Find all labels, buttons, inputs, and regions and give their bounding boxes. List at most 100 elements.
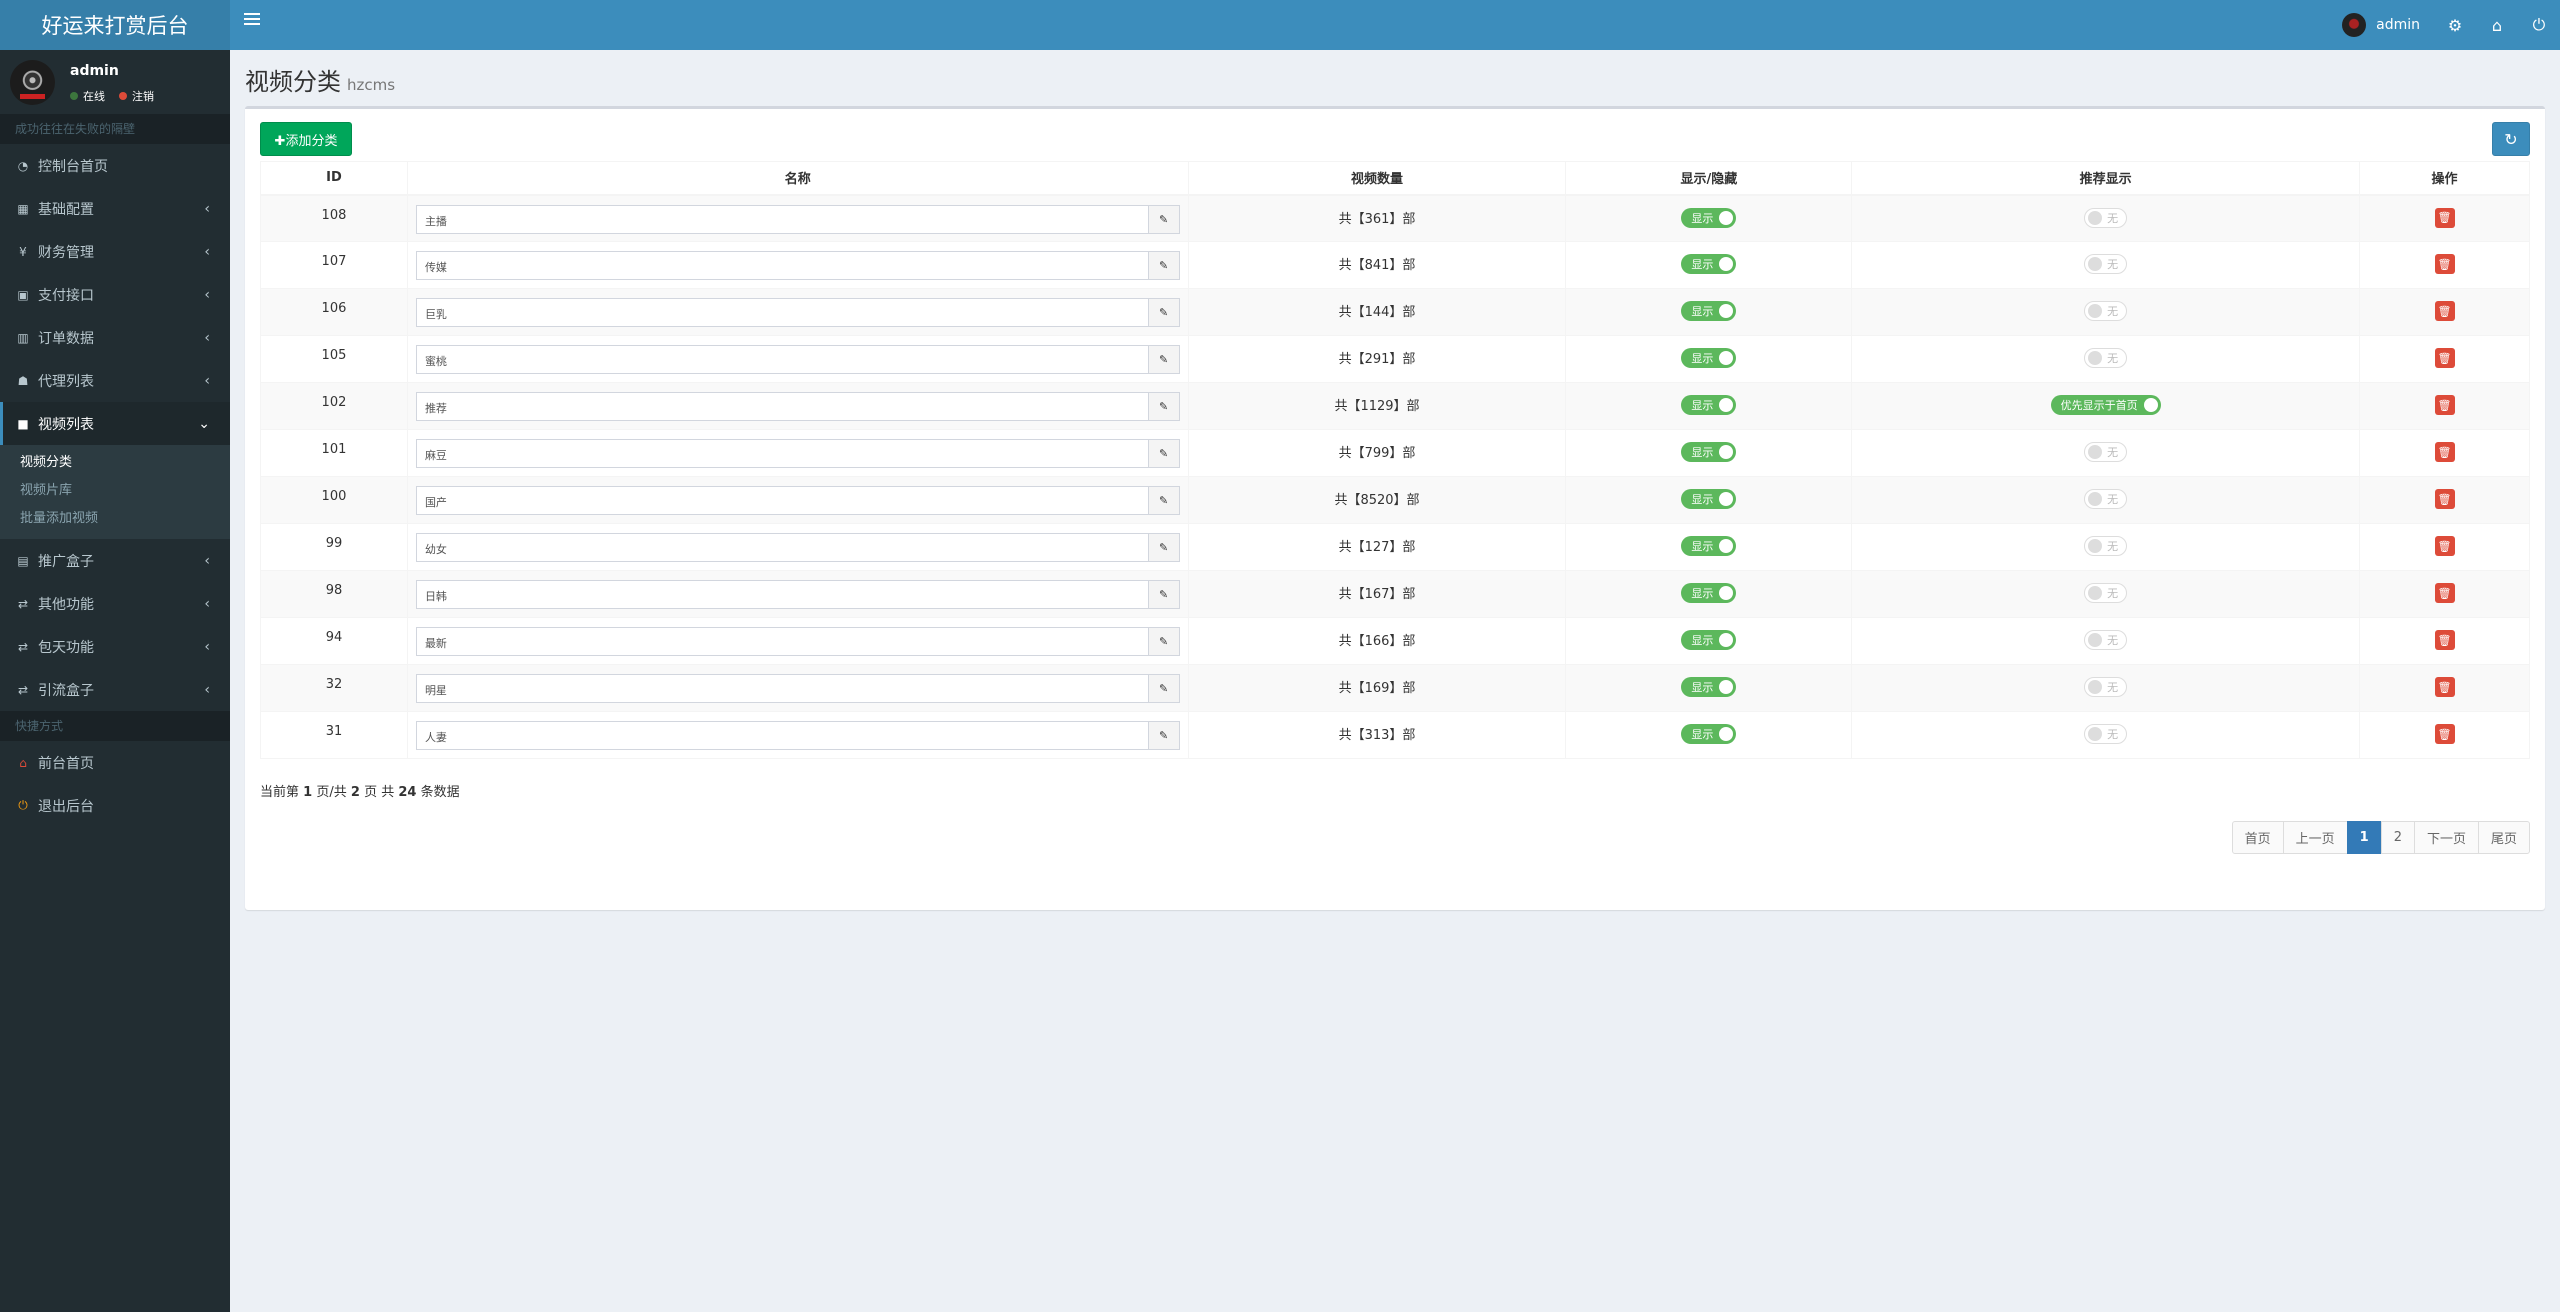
sidebar-item-finance[interactable]: ¥ 财务管理 ‹ — [0, 230, 230, 273]
sidebar-item-frontend-home[interactable]: ⌂ 前台首页 — [0, 741, 230, 784]
sidebar-item-dashboard[interactable]: ◔ 控制台首页 — [0, 144, 230, 187]
cell-name: 蜜桃 ✎ — [406, 335, 1189, 383]
edit-name-button[interactable]: ✎ — [1148, 580, 1180, 609]
edit-name-button[interactable]: ✎ — [1148, 627, 1180, 656]
recommend-toggle[interactable]: 无 — [2084, 583, 2128, 603]
navbar-user-menu[interactable]: admin — [2328, 0, 2434, 50]
category-name-input[interactable]: 日韩 — [415, 580, 1149, 609]
edit-name-button[interactable]: ✎ — [1148, 533, 1180, 562]
edit-name-button[interactable]: ✎ — [1148, 439, 1180, 468]
category-name-input[interactable]: 麻豆 — [415, 439, 1149, 468]
category-name-input[interactable]: 幼女 — [415, 533, 1149, 562]
delete-button[interactable]: 🗑 — [2434, 677, 2455, 697]
visibility-toggle[interactable]: 显示 — [1681, 677, 1737, 697]
edit-name-button[interactable]: ✎ — [1148, 486, 1180, 515]
delete-button[interactable]: 🗑 — [2434, 489, 2455, 509]
retweet-icon: ⇄ — [17, 639, 29, 654]
delete-button[interactable]: 🗑 — [2434, 536, 2455, 556]
page-1-button[interactable]: 1 — [2346, 821, 2382, 854]
sidebar-item-videos[interactable]: ■ 视频列表 ⌄ — [0, 402, 230, 445]
navbar-username: admin — [2376, 17, 2420, 33]
category-name-input[interactable]: 最新 — [415, 627, 1149, 656]
delete-button[interactable]: 🗑 — [2434, 583, 2455, 603]
edit-name-button[interactable]: ✎ — [1148, 392, 1180, 421]
sidebar-toggle-icon[interactable] — [244, 13, 260, 27]
recommend-toggle[interactable]: 无 — [2084, 207, 2128, 228]
recommend-toggle[interactable]: 无 — [2084, 442, 2128, 462]
recommend-toggle[interactable]: 无 — [2084, 489, 2128, 509]
sidebar-item-payment[interactable]: ▣ 支付接口 ‹ — [0, 273, 230, 316]
refresh-button[interactable]: ↻ — [2492, 122, 2530, 156]
sidebar-item-traffic-box[interactable]: ⇄ 引流盒子 ‹ — [0, 668, 230, 711]
page-first-button[interactable]: 首页 — [2231, 821, 2284, 854]
visibility-toggle[interactable]: 显示 — [1681, 536, 1737, 556]
app-logo[interactable]: 好运来打赏后台 — [0, 0, 230, 50]
sidebar-item-daily[interactable]: ⇄ 包天功能 ‹ — [0, 625, 230, 668]
edit-name-button[interactable]: ✎ — [1148, 721, 1180, 750]
delete-button[interactable]: 🗑 — [2434, 348, 2455, 368]
sidebar-subitem-video-category[interactable]: 视频分类 — [0, 449, 230, 477]
category-name-input[interactable]: 人妻 — [415, 721, 1149, 750]
add-category-button[interactable]: ✚添加分类 — [260, 122, 352, 156]
sidebar-item-orders[interactable]: ▥ 订单数据 ‹ — [0, 316, 230, 359]
category-name-input[interactable]: 主播 — [415, 204, 1149, 234]
edit-name-button[interactable]: ✎ — [1148, 674, 1180, 703]
visibility-toggle[interactable]: 显示 — [1681, 348, 1737, 368]
recommend-toggle[interactable]: 无 — [2084, 630, 2128, 650]
user-status: 在线 注销 — [70, 88, 154, 104]
visibility-toggle[interactable]: 显示 — [1681, 724, 1737, 744]
edit-name-button[interactable]: ✎ — [1148, 345, 1180, 374]
sidebar-item-basic-config[interactable]: ▦ 基础配置 ‹ — [0, 187, 230, 230]
visibility-toggle[interactable]: 显示 — [1681, 489, 1737, 509]
recommend-toggle[interactable]: 优先显示于首页 — [2050, 395, 2161, 415]
edit-name-button[interactable]: ✎ — [1148, 251, 1180, 280]
delete-button[interactable]: 🗑 — [2434, 724, 2455, 744]
category-name-input[interactable]: 明星 — [415, 674, 1149, 703]
visibility-toggle[interactable]: 显示 — [1681, 583, 1737, 603]
edit-icon: ✎ — [1158, 682, 1169, 695]
edit-name-button[interactable]: ✎ — [1148, 204, 1180, 234]
visibility-toggle[interactable]: 显示 — [1681, 630, 1737, 650]
category-name-input[interactable]: 蜜桃 — [415, 345, 1149, 374]
visibility-label: 显示 — [1691, 728, 1714, 741]
toggle-knob — [2088, 680, 2103, 694]
page-2-button[interactable]: 2 — [2380, 821, 2415, 854]
visibility-toggle[interactable]: 显示 — [1681, 301, 1737, 321]
recommend-toggle[interactable]: 无 — [2084, 301, 2128, 321]
settings-icon[interactable]: ⚙ — [2434, 0, 2476, 50]
sidebar-item-agents[interactable]: ☗ 代理列表 ‹ — [0, 359, 230, 402]
category-name-input[interactable]: 国产 — [415, 486, 1149, 515]
edit-name-button[interactable]: ✎ — [1148, 298, 1180, 327]
home-icon[interactable]: ⌂ — [2476, 0, 2518, 50]
visibility-toggle[interactable]: 显示 — [1681, 207, 1737, 228]
delete-button[interactable]: 🗑 — [2434, 301, 2455, 321]
delete-button[interactable]: 🗑 — [2434, 254, 2455, 274]
page-next-button[interactable]: 下一页 — [2413, 821, 2479, 854]
visibility-label: 显示 — [1691, 305, 1714, 318]
delete-button[interactable]: 🗑 — [2434, 442, 2455, 462]
recommend-toggle[interactable]: 无 — [2084, 724, 2128, 744]
delete-button[interactable]: 🗑 — [2434, 207, 2455, 228]
sidebar-item-promo-box[interactable]: ▤ 推广盒子 ‹ — [0, 539, 230, 582]
sidebar-subitem-video-library[interactable]: 视频片库 — [0, 477, 230, 505]
delete-button[interactable]: 🗑 — [2434, 395, 2455, 415]
recommend-toggle[interactable]: 无 — [2084, 677, 2128, 697]
page-prev-button[interactable]: 上一页 — [2282, 821, 2348, 854]
visibility-toggle[interactable]: 显示 — [1681, 442, 1737, 462]
sidebar-subitem-batch-add[interactable]: 批量添加视频 — [0, 505, 230, 533]
visibility-toggle[interactable]: 显示 — [1681, 254, 1737, 274]
sidebar-item-logout[interactable]: ⏻ 退出后台 — [0, 784, 230, 827]
recommend-toggle[interactable]: 无 — [2084, 536, 2128, 556]
toggle-knob — [1719, 351, 1734, 365]
logout-link[interactable]: 注销 — [119, 88, 154, 104]
recommend-toggle[interactable]: 无 — [2084, 348, 2128, 368]
visibility-toggle[interactable]: 显示 — [1681, 395, 1737, 415]
category-name-input[interactable]: 传媒 — [415, 251, 1149, 280]
recommend-toggle[interactable]: 无 — [2084, 254, 2128, 274]
power-icon[interactable]: ⏻ — [2518, 0, 2560, 50]
page-last-button[interactable]: 尾页 — [2477, 821, 2530, 854]
category-name-input[interactable]: 巨乳 — [415, 298, 1149, 327]
category-name-input[interactable]: 推荐 — [415, 392, 1149, 421]
sidebar-item-other[interactable]: ⇄ 其他功能 ‹ — [0, 582, 230, 625]
delete-button[interactable]: 🗑 — [2434, 630, 2455, 650]
